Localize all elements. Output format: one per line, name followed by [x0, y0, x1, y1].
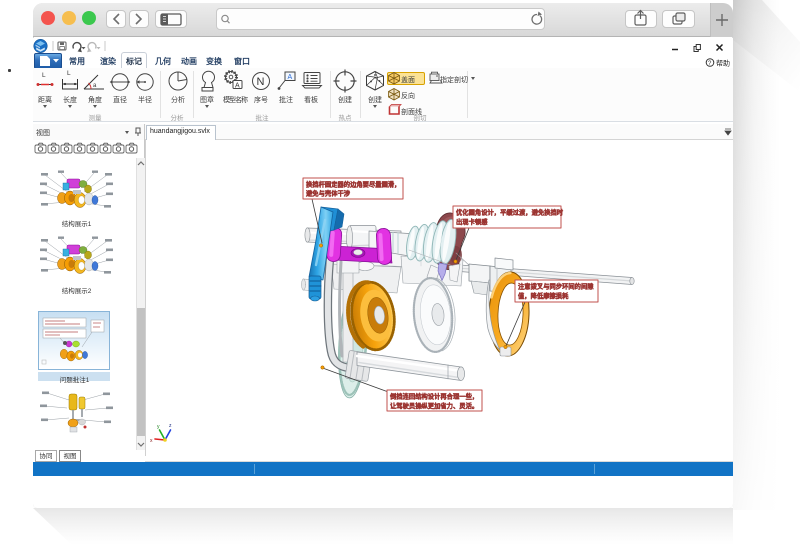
svg-text:帮助: 帮助 — [716, 59, 730, 68]
svg-text:L: L — [42, 72, 46, 79]
svg-text:让驾驶员操纵更加省力、灵活。: 让驾驶员操纵更加省力、灵活。 — [390, 401, 478, 410]
svg-text:a: a — [93, 83, 97, 89]
svg-text:x: x — [150, 438, 153, 444]
svg-text:注意拨叉与同步环间的间隙: 注意拨叉与同步环间的间隙 — [518, 282, 594, 291]
svg-text:避免与壳体干涉: 避免与壳体干涉 — [306, 189, 351, 198]
svg-text:倒挡连回结构设计再合理一些，: 倒挡连回结构设计再合理一些， — [389, 392, 478, 401]
svg-text:L: L — [67, 70, 71, 77]
svg-text:优化圆角设计，平缓过渡，避免换挡时: 优化圆角设计，平缓过渡，避免换挡时 — [456, 208, 564, 217]
svg-text:换挡杆固定器的边角要尽量圆滑，: 换挡杆固定器的边角要尽量圆滑， — [306, 180, 400, 189]
svg-text:出现卡顿感: 出现卡顿感 — [456, 217, 488, 226]
svg-text:值，降低摩擦损耗: 值，降低摩擦损耗 — [518, 291, 569, 300]
svg-text:A: A — [288, 74, 293, 81]
svg-text:N: N — [257, 76, 265, 88]
svg-text:y: y — [157, 424, 160, 430]
svg-text:A: A — [235, 83, 240, 90]
svg-text:z: z — [169, 423, 172, 429]
